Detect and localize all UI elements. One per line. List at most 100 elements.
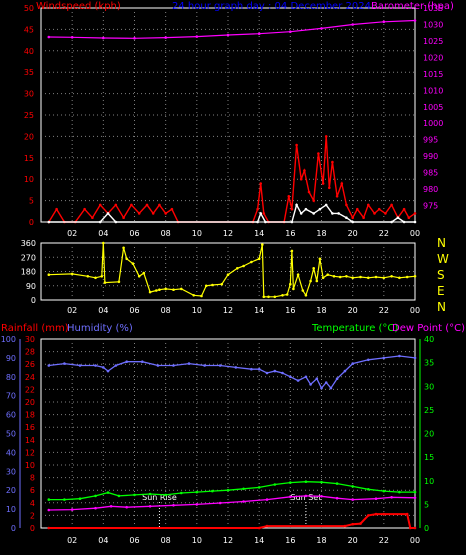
wind-x-tick-label: 08 — [161, 229, 171, 238]
direction-x-tick-label: 10 — [192, 306, 202, 315]
windspeed-kph-point — [312, 199, 316, 202]
humidity-point — [78, 364, 82, 367]
temperature-c-point — [382, 489, 386, 493]
humidity-point — [329, 386, 333, 390]
wind-direction-point — [142, 271, 146, 275]
gust-point — [299, 212, 303, 215]
rainfall-tick-label: 8 — [30, 474, 35, 483]
humidity-tick-label: 60 — [6, 411, 16, 420]
temperature-c-point — [304, 480, 308, 484]
wind-x-tick-label: 20 — [348, 229, 358, 238]
wind-direction-point — [155, 289, 158, 292]
wind-x-tick-label: 16 — [285, 229, 295, 238]
windspeed-kph-point — [98, 203, 102, 207]
gust-point — [413, 220, 417, 224]
humidity-point — [172, 364, 175, 367]
rain-x-tick-label: 10 — [192, 536, 202, 545]
humidity-tick-label: 40 — [6, 448, 16, 457]
windspeed-tick-label: 50 — [24, 4, 34, 13]
wind-direction-point — [281, 294, 284, 297]
humidity-point — [335, 377, 339, 381]
windspeed-kph-point — [158, 203, 161, 207]
windspeed-kph-point — [324, 135, 328, 138]
dewpoint-axis-label: Dew Point (°C) — [392, 323, 465, 334]
gust-point — [264, 220, 267, 224]
windspeed-kph-point — [328, 186, 331, 190]
windspeed-kph-point — [287, 195, 291, 198]
wind-direction-point — [172, 288, 175, 292]
wind-direction-point — [390, 275, 393, 278]
wind-direction-point — [220, 282, 224, 286]
humidity-point — [47, 364, 51, 367]
temperature-c-point — [148, 492, 152, 496]
wind-direction-point — [117, 280, 121, 284]
graph-title: 24 hour graph day : 04 December 2024 — [172, 1, 371, 12]
rainfall-mm-point — [405, 512, 409, 516]
humidity-point — [304, 375, 308, 379]
temperature-c-point — [63, 498, 66, 501]
rainfall-tick-label: 22 — [25, 385, 35, 394]
wind-direction-point — [318, 257, 322, 261]
direction-x-tick-label: 06 — [129, 306, 139, 315]
dew-point-c-point — [125, 505, 128, 509]
wind-direction-point — [304, 294, 308, 297]
rain-x-tick-label: 00 — [410, 536, 420, 545]
gust-point — [47, 220, 51, 224]
humidity-point — [106, 369, 110, 373]
wind-direction-point — [125, 257, 128, 261]
humidity-point — [296, 379, 300, 382]
gust-point — [402, 220, 406, 224]
dew-point-c-point — [195, 503, 199, 506]
temperature-c-point — [226, 488, 230, 492]
direction-x-tick-label: 00 — [410, 306, 420, 315]
rainfall-tick-label: 28 — [25, 348, 35, 357]
barometer-hpa-point — [47, 35, 51, 39]
wind-direction-point — [226, 273, 230, 277]
wind-direction-point — [211, 283, 214, 287]
wind-direction-point — [262, 295, 266, 299]
dew-point-c-point — [94, 506, 97, 510]
rainfall-mm-point — [367, 514, 370, 517]
rainfall-tick-label: 24 — [25, 373, 35, 382]
temperature-c-point — [47, 498, 51, 501]
wind-direction-point — [382, 276, 386, 280]
wind-direction-point — [236, 267, 239, 270]
direction-x-tick-label: 02 — [67, 306, 77, 315]
temperature-c-point — [78, 497, 82, 501]
humidity-axis-label: Humidity (%) — [67, 323, 133, 334]
wind-x-tick-label: 00 — [410, 229, 420, 238]
temperature-tick-label: 5 — [424, 500, 429, 509]
barometer-tick-label: 1010 — [423, 86, 443, 95]
humidity-tick-label: 90 — [6, 354, 16, 363]
dew-point-c-point — [265, 498, 269, 501]
humidity-point — [315, 377, 319, 381]
dew-point-c-point — [242, 500, 245, 503]
rainfall-tick-label: 10 — [25, 461, 35, 470]
direction-tick-label: 0 — [31, 296, 36, 305]
humidity-tick-label: 80 — [6, 373, 16, 382]
rainfall-mm-point — [351, 522, 355, 526]
temperature-tick-label: 25 — [424, 406, 434, 415]
windspeed-kph-point — [170, 207, 174, 211]
wind-direction-point — [301, 289, 305, 292]
humidity-point — [94, 364, 97, 367]
temperature-c-point — [106, 491, 110, 494]
wind-direction-point — [398, 276, 401, 280]
temperature-c-point — [257, 486, 261, 489]
rainfall-mm-point — [413, 526, 417, 530]
windspeed-kph-point — [55, 207, 58, 211]
sun-set-label: Sun Set — [290, 493, 321, 502]
barometer-axis-label: Barometer (hpa) — [371, 1, 454, 12]
gust-point — [259, 212, 263, 215]
windspeed-kph-point — [356, 207, 359, 211]
humidity-tick-label: 20 — [6, 486, 16, 495]
wind-x-tick-label: 02 — [67, 229, 77, 238]
barometer-hpa-point — [320, 27, 323, 30]
windspeed-tick-label: 10 — [24, 175, 34, 184]
weather-graph: 05101520253035404550 9759809859909951000… — [0, 0, 466, 555]
gust-point — [345, 216, 348, 219]
rain-x-tick-label: 04 — [98, 536, 108, 545]
barometer-tick-label: 985 — [423, 169, 438, 178]
rainfall-mm-point — [382, 512, 386, 516]
temperature-tick-label: 15 — [424, 453, 434, 462]
